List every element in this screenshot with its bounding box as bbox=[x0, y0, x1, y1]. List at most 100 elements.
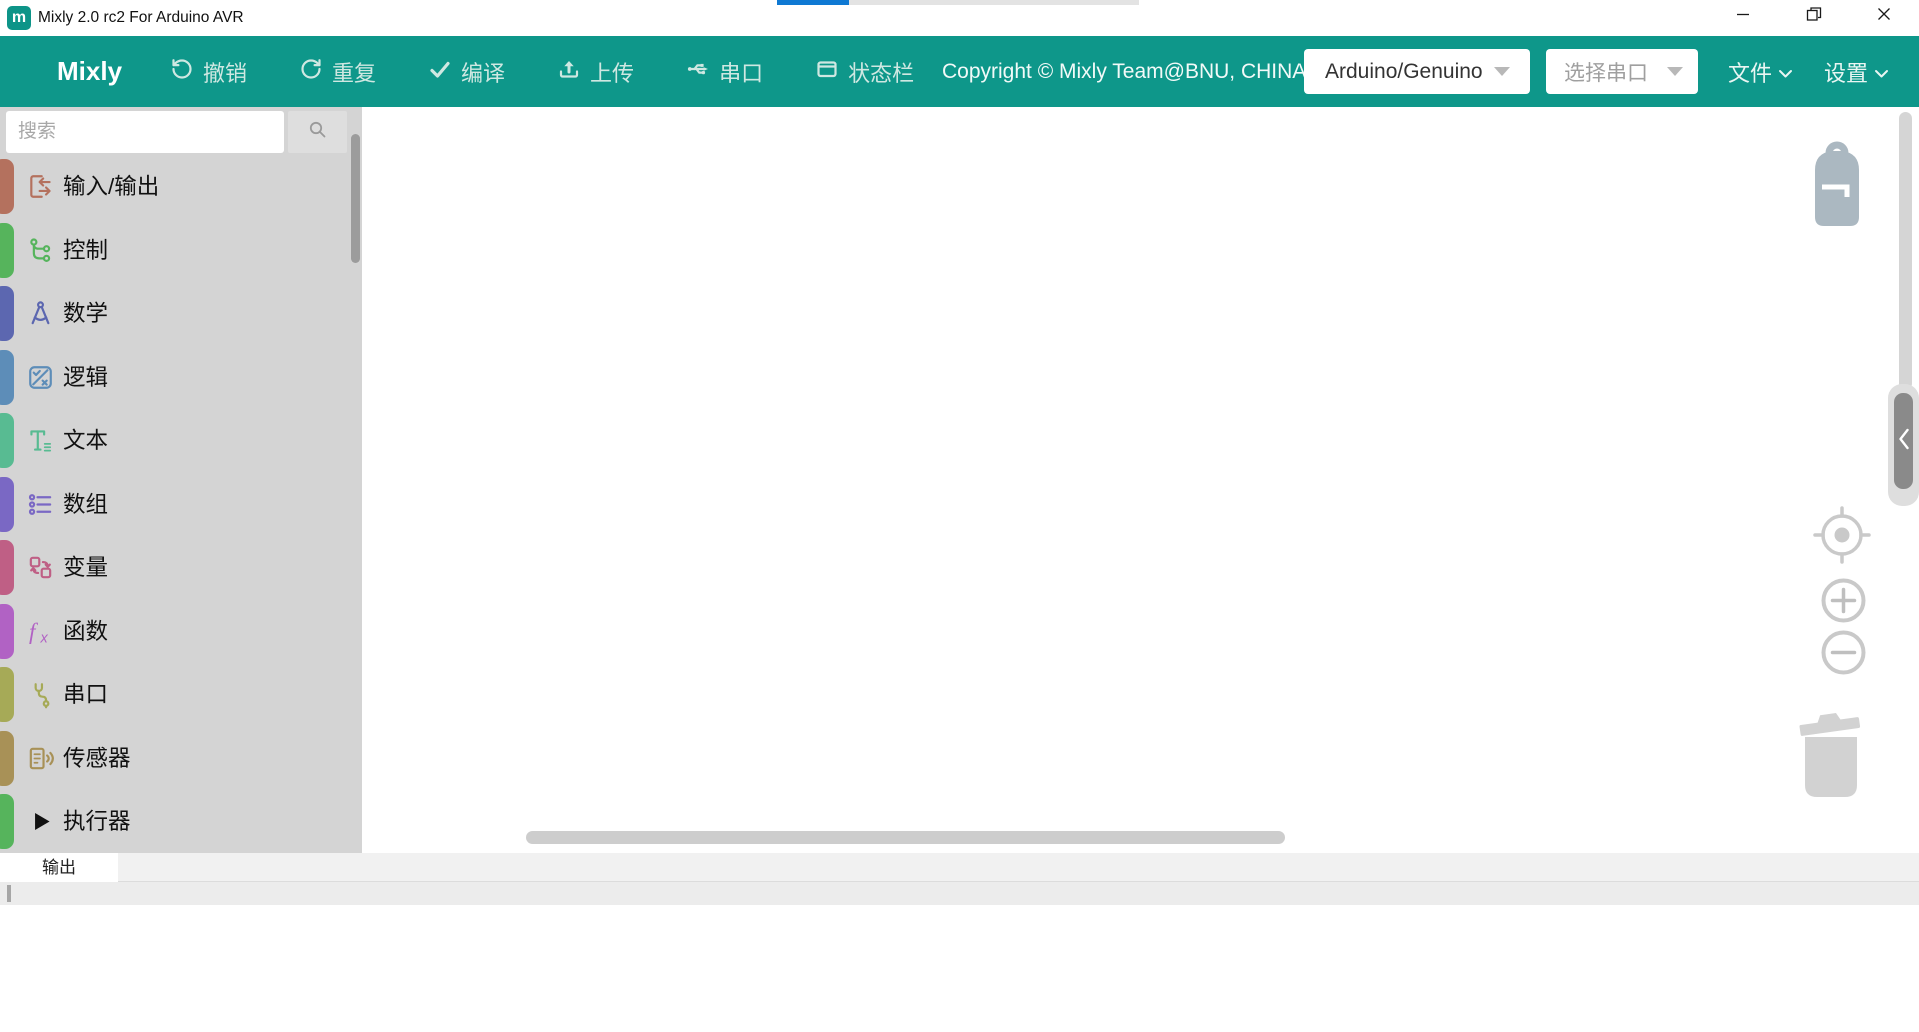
cable-plug-icon bbox=[26, 680, 55, 709]
category-color-bar bbox=[0, 794, 14, 849]
console-caret bbox=[7, 885, 11, 902]
panel-collapse-handle[interactable] bbox=[1894, 393, 1913, 489]
swap-squares-icon bbox=[26, 553, 55, 582]
svg-text:f: f bbox=[29, 618, 39, 643]
serial-monitor-button[interactable]: 串口 bbox=[686, 56, 763, 88]
category-label: 传感器 bbox=[63, 731, 131, 786]
category-color-bar bbox=[0, 477, 14, 532]
category-color-bar bbox=[0, 159, 14, 214]
statusbar-icon bbox=[815, 57, 839, 87]
redo-button[interactable]: 重复 bbox=[299, 56, 376, 88]
undo-button[interactable]: 撤销 bbox=[170, 56, 247, 88]
branch-icon bbox=[26, 236, 55, 265]
backpack-icon[interactable] bbox=[1806, 138, 1868, 233]
vertical-scrollbar[interactable] bbox=[1899, 112, 1912, 390]
upload-icon bbox=[557, 57, 581, 87]
category-color-bar bbox=[0, 223, 14, 278]
menu-settings[interactable]: 设置 bbox=[1824, 36, 1889, 107]
redo-label: 重复 bbox=[332, 56, 376, 88]
sidebar-item-math[interactable]: 数学 bbox=[0, 286, 362, 341]
minimize-icon bbox=[1734, 5, 1752, 28]
chevron-down-icon bbox=[1778, 59, 1793, 85]
category-color-bar bbox=[0, 604, 14, 659]
minimize-button[interactable] bbox=[1726, 0, 1760, 32]
toolbar-buttons: 撤销 重复 编译 上传 bbox=[170, 36, 914, 107]
category-label: 函数 bbox=[63, 604, 108, 659]
category-label: 变量 bbox=[63, 540, 108, 595]
sidebar-item-sensor[interactable]: 传感器 bbox=[0, 731, 362, 786]
search-input[interactable] bbox=[6, 111, 284, 153]
upload-label: 上传 bbox=[590, 56, 634, 88]
zoom-reset-target-icon bbox=[1812, 552, 1872, 569]
compile-label: 编译 bbox=[461, 56, 505, 88]
sensor-waves-icon bbox=[26, 744, 55, 773]
logic-check-x-icon bbox=[26, 363, 55, 392]
port-select[interactable]: 选择串口 bbox=[1546, 49, 1698, 94]
category-label: 数学 bbox=[63, 286, 108, 341]
function-fx-icon: f x bbox=[26, 617, 55, 646]
category-label: 逻辑 bbox=[63, 350, 108, 405]
mixly-brand: Mixly bbox=[57, 36, 122, 107]
category-color-bar bbox=[0, 350, 14, 405]
window-title: Mixly 2.0 rc2 For Arduino AVR bbox=[38, 0, 244, 36]
statusbar-label: 状态栏 bbox=[848, 56, 914, 88]
menu-file[interactable]: 文件 bbox=[1728, 36, 1793, 107]
trash-icon[interactable] bbox=[1796, 704, 1864, 807]
category-color-bar bbox=[0, 286, 14, 341]
workspace-canvas[interactable] bbox=[362, 107, 1919, 853]
compass-icon bbox=[26, 299, 55, 328]
mixly-logo-icon: m bbox=[7, 6, 31, 30]
copyright-text: Copyright © Mixly Team@BNU, CHINA bbox=[942, 36, 1306, 107]
category-list: 输入/输出 控制 数学 bbox=[0, 159, 362, 853]
category-color-bar bbox=[0, 540, 14, 595]
zoom-reset-button[interactable] bbox=[1812, 505, 1872, 570]
category-label: 文本 bbox=[63, 413, 108, 468]
text-T-icon bbox=[26, 426, 55, 455]
category-color-bar bbox=[0, 731, 14, 786]
port-select-placeholder: 选择串口 bbox=[1564, 57, 1648, 87]
zoom-out-button[interactable] bbox=[1821, 630, 1866, 680]
upload-button[interactable]: 上传 bbox=[557, 56, 634, 88]
horizontal-scrollbar[interactable] bbox=[526, 831, 1285, 844]
sidebar-item-serial[interactable]: 串口 bbox=[0, 667, 362, 722]
close-button[interactable] bbox=[1867, 0, 1901, 32]
usb-serial-icon bbox=[686, 57, 710, 87]
search-icon bbox=[308, 120, 327, 144]
progress-fill bbox=[777, 0, 849, 5]
sidebar-item-function[interactable]: f x 函数 bbox=[0, 604, 362, 659]
sidebar-item-logic[interactable]: 逻辑 bbox=[0, 350, 362, 405]
console-output-area[interactable] bbox=[0, 905, 1919, 1032]
board-select[interactable]: Arduino/Genuino bbox=[1304, 49, 1530, 94]
restore-button[interactable] bbox=[1797, 0, 1831, 32]
console-active-line bbox=[0, 882, 1919, 905]
compile-button[interactable]: 编译 bbox=[428, 56, 505, 88]
category-label: 执行器 bbox=[63, 794, 131, 849]
category-label: 串口 bbox=[63, 667, 108, 722]
sidebar-item-variable[interactable]: 变量 bbox=[0, 540, 362, 595]
serial-label: 串口 bbox=[719, 56, 763, 88]
menu-file-label: 文件 bbox=[1728, 56, 1772, 88]
category-color-bar bbox=[0, 413, 14, 468]
tab-output[interactable]: 输出 bbox=[0, 853, 118, 882]
block-category-sidebar: 输入/输出 控制 数学 bbox=[0, 107, 362, 853]
sidebar-item-control[interactable]: 控制 bbox=[0, 223, 362, 278]
category-label: 控制 bbox=[63, 223, 108, 278]
close-icon bbox=[1875, 5, 1893, 28]
chevron-down-triangle bbox=[1494, 67, 1510, 76]
list-bullets-icon bbox=[26, 490, 55, 519]
collapse-chevron-icon bbox=[1897, 425, 1911, 458]
sidebar-item-array[interactable]: 数组 bbox=[0, 477, 362, 532]
sidebar-item-actuator[interactable]: 执行器 bbox=[0, 794, 362, 849]
sidebar-item-input-output[interactable]: 输入/输出 bbox=[0, 159, 362, 214]
sidebar-item-text[interactable]: 文本 bbox=[0, 413, 362, 468]
statusbar-button[interactable]: 状态栏 bbox=[815, 56, 914, 88]
zoom-in-button[interactable] bbox=[1821, 578, 1866, 628]
zoom-in-icon bbox=[1821, 610, 1866, 627]
board-select-value: Arduino/Genuino bbox=[1325, 60, 1483, 84]
undo-icon bbox=[170, 57, 194, 87]
category-color-bar bbox=[0, 667, 14, 722]
category-label: 输入/输出 bbox=[63, 159, 159, 214]
search-button[interactable] bbox=[288, 111, 347, 153]
output-tabstrip bbox=[0, 853, 1919, 882]
play-triangle-icon bbox=[26, 807, 55, 836]
